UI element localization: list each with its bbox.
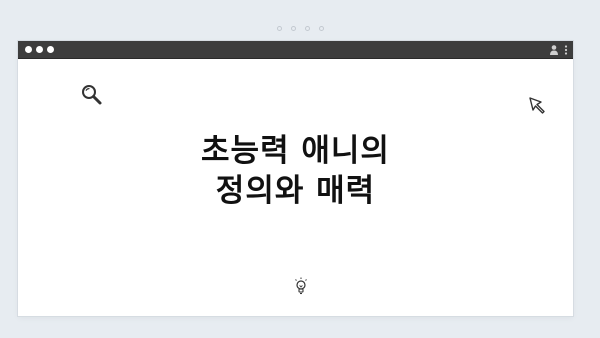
kebab-menu-icon[interactable] (564, 44, 568, 56)
pager-dot[interactable] (318, 26, 324, 31)
minimize-dot-icon[interactable] (36, 46, 43, 53)
pager-dot[interactable] (290, 26, 296, 31)
pager-dot[interactable] (276, 26, 282, 31)
lightbulb-icon (295, 277, 307, 295)
slide-pager (0, 26, 600, 31)
browser-window: 초능력 애니의 정의와 매력 (18, 41, 573, 316)
pager-dot[interactable] (304, 26, 310, 31)
close-dot-icon[interactable] (25, 46, 32, 53)
slide-title-line-2: 정의와 매력 (215, 173, 376, 209)
user-icon[interactable] (549, 44, 559, 56)
maximize-dot-icon[interactable] (47, 46, 54, 53)
slide-title: 초능력 애니의 정의와 매력 (18, 131, 573, 211)
window-controls (25, 46, 54, 53)
cursor-arrow-icon (529, 97, 545, 114)
slide-title-line-1: 초능력 애니의 (201, 133, 390, 169)
slide-content: 초능력 애니의 정의와 매력 (18, 59, 573, 316)
window-titlebar (18, 41, 573, 59)
search-icon (82, 85, 102, 105)
